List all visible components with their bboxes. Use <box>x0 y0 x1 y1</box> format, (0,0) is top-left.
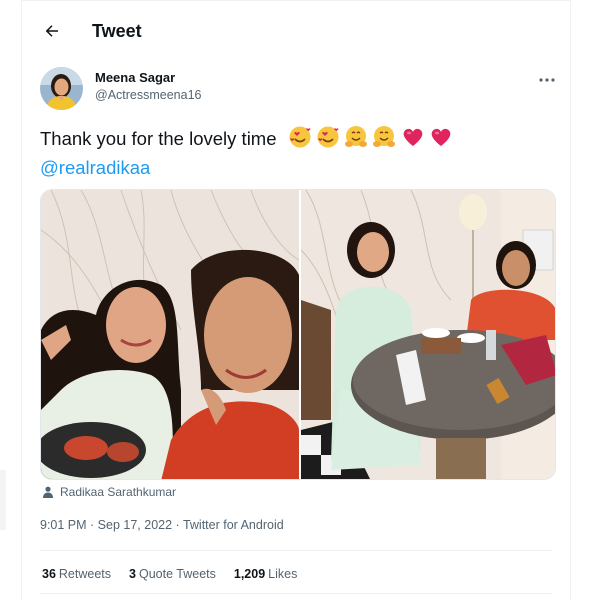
page-title: Tweet <box>92 21 142 41</box>
emoji-group <box>288 125 460 155</box>
quote-tweets-stat[interactable]: 3 Quote Tweets <box>129 567 216 581</box>
tweet-text: Thank you for the lovely time @realradik… <box>40 125 560 180</box>
quote-tweets-label: Quote Tweets <box>138 567 216 581</box>
tweet-panel: Tweet Meena Sagar @Actressmeena16 Thank … <box>21 0 571 600</box>
tweet-author: Meena Sagar @Actressmeena16 <box>40 67 558 113</box>
retweets-count: 36 <box>42 567 56 581</box>
avatar[interactable] <box>40 67 83 110</box>
retweets-stat[interactable]: 36 Retweets <box>42 567 111 581</box>
more-options-icon[interactable] <box>536 73 558 87</box>
author-handle[interactable]: @Actressmeena16 <box>95 88 202 102</box>
separator: · <box>86 518 98 532</box>
page-edge <box>0 470 6 530</box>
back-arrow-icon[interactable] <box>40 19 64 43</box>
tagged-user[interactable]: Radikaa Sarathkumar <box>42 485 176 499</box>
tweet-source[interactable]: Twitter for Android <box>183 518 284 532</box>
person-icon <box>43 486 53 498</box>
photo-selfie[interactable] <box>41 190 300 479</box>
hugging-face-icon <box>372 126 395 147</box>
author-names: Meena Sagar @Actressmeena16 <box>95 70 202 102</box>
photo-restaurant[interactable] <box>300 190 555 479</box>
smiling-face-with-hearts-icon <box>317 126 339 148</box>
divider <box>40 593 552 594</box>
author-display-name[interactable]: Meena Sagar <box>95 70 202 85</box>
likes-label: Likes <box>268 567 298 581</box>
likes-stat[interactable]: 1,209 Likes <box>234 567 297 581</box>
smiling-face-with-hearts-icon <box>289 126 311 148</box>
tweet-date[interactable]: Sep 17, 2022 <box>98 518 172 532</box>
likes-count: 1,209 <box>233 567 266 581</box>
hugging-face-icon <box>344 126 367 147</box>
tagged-user-name: Radikaa Sarathkumar <box>60 485 177 499</box>
media-grid <box>40 189 556 480</box>
tweet-body: Thank you for the lovely time <box>40 127 277 149</box>
retweets-label: Retweets <box>58 567 112 581</box>
separator: · <box>172 518 183 532</box>
tweet-time[interactable]: 9:01 PM <box>40 518 87 532</box>
divider <box>40 550 552 551</box>
red-heart-icon <box>403 128 422 146</box>
mention-link[interactable]: @realradikaa <box>40 157 150 178</box>
header: Tweet <box>22 13 570 49</box>
quote-tweets-count: 3 <box>129 567 136 581</box>
tweet-meta: 9:01 PM · Sep 17, 2022 · Twitter for And… <box>40 518 284 532</box>
red-heart-icon <box>431 128 450 146</box>
tweet-stats: 36 Retweets 3 Quote Tweets 1,209 Likes <box>42 567 297 581</box>
